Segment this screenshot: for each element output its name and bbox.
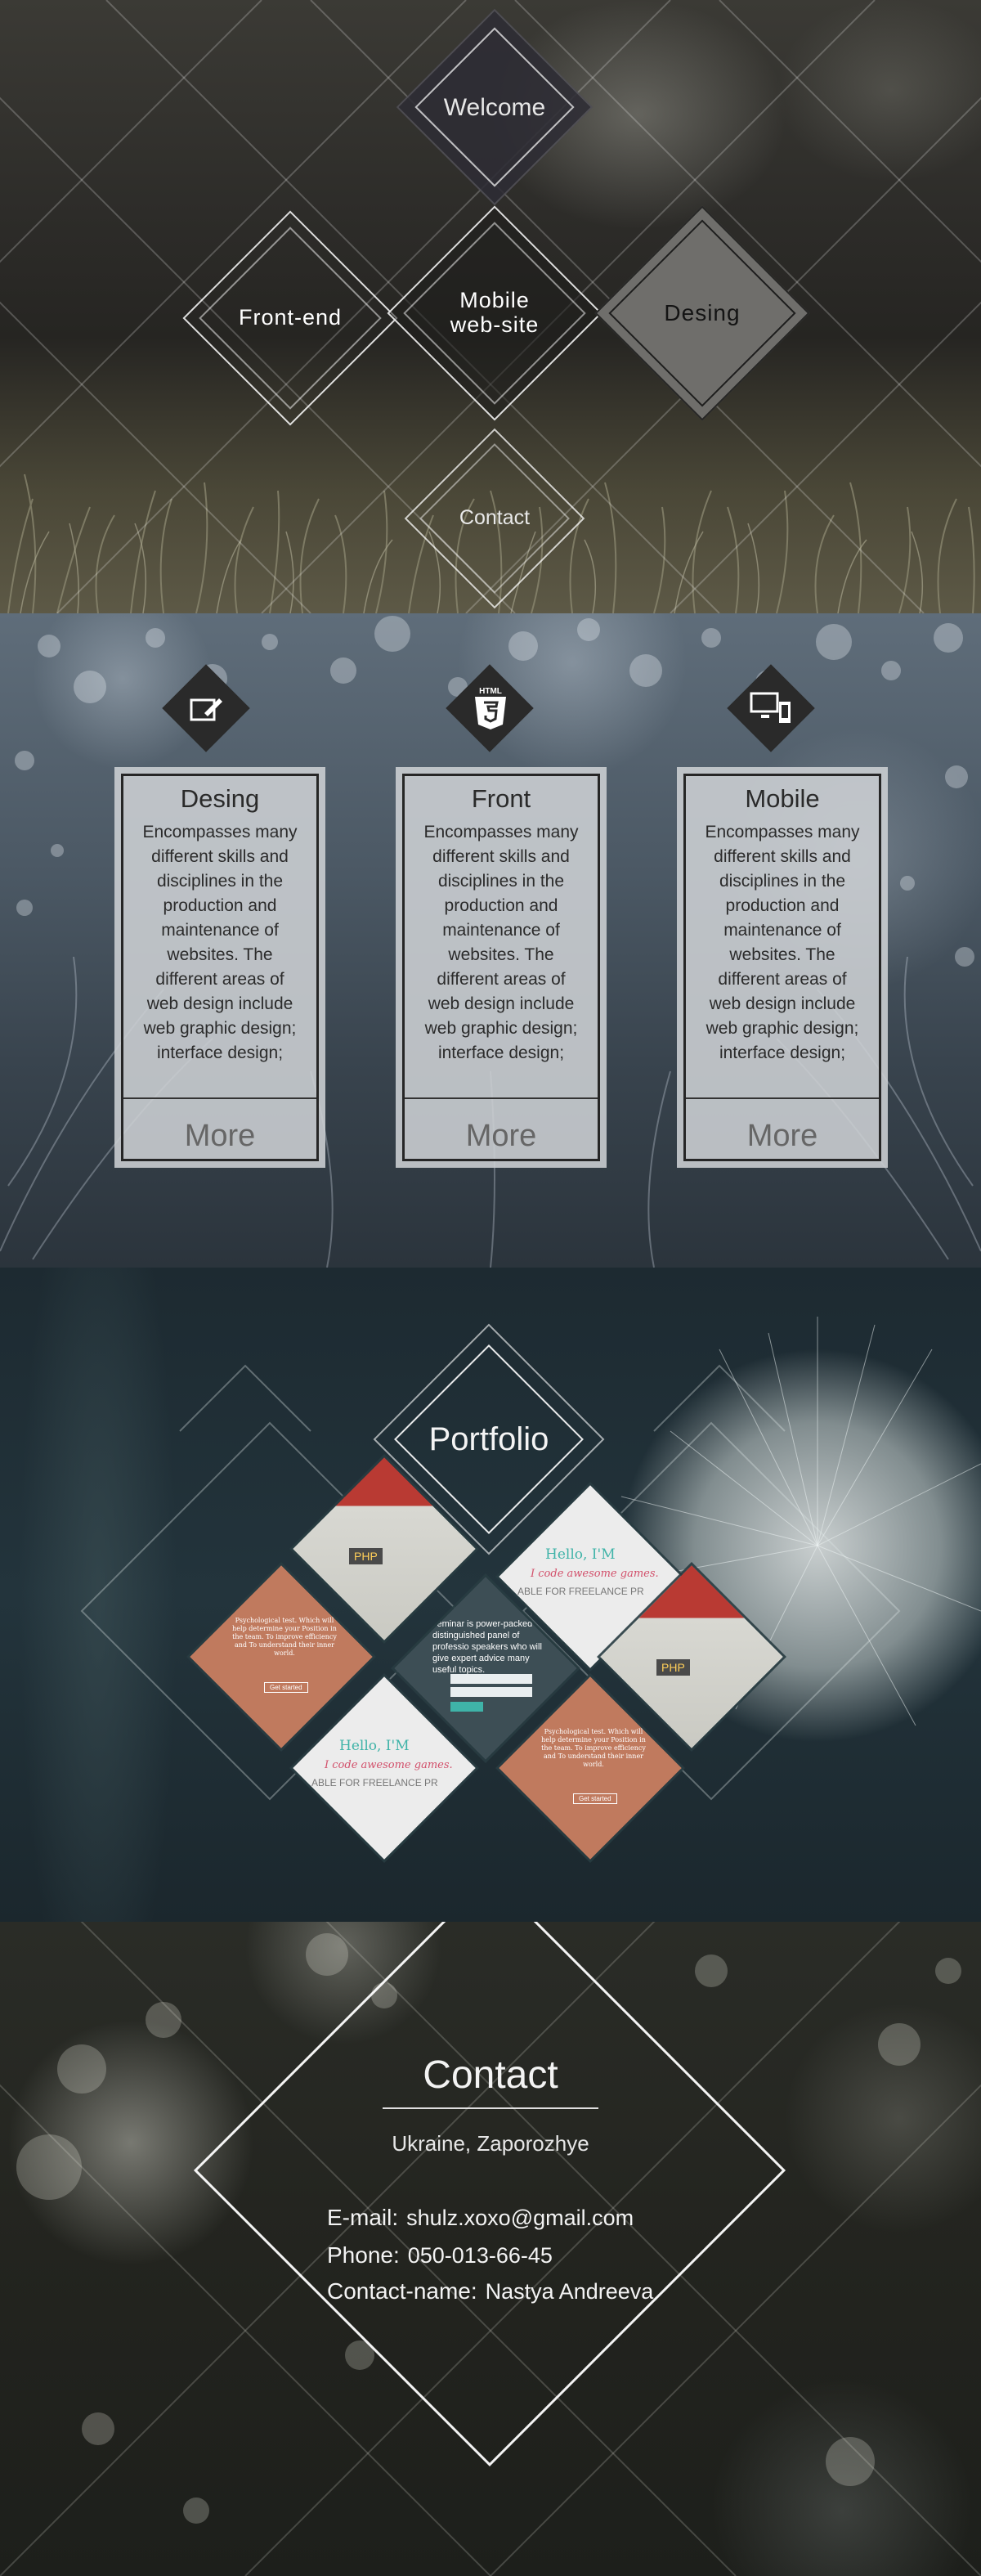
card-divider [405, 1097, 598, 1099]
psych-text: Psychological test. Which will help dete… [232, 1617, 337, 1657]
portfolio-title-diamond: Portfolio [373, 1323, 605, 1555]
more-button[interactable]: More [686, 1119, 879, 1154]
games-text: I code awesome games. [325, 1759, 453, 1771]
service-card-desc: Encompasses many different skills and di… [423, 823, 579, 1062]
contact-section: Contact Ukraine, Zaporozhye E-mail: shulz… [0, 1922, 981, 2576]
nav-front-end-label: Front-end [238, 305, 343, 330]
portfolio-title: Portfolio [428, 1421, 549, 1457]
freelance-text: ABLE FOR FREELANCE PR [517, 1586, 644, 1597]
nav-contact[interactable]: Contact [404, 428, 585, 609]
service-card-title: Front [471, 784, 531, 813]
name-row: Contact-name: Nastya Andreeva [327, 2278, 653, 2304]
portfolio-section: Portfolio PHP Hello, I'M I code awesome … [0, 1268, 981, 1922]
svg-text:HTML: HTML [479, 687, 502, 696]
hello-text: Hello, I'M [339, 1738, 410, 1754]
hero-section: Welcome Front-end Mobile web-site Desing… [0, 0, 981, 613]
nav-desing-label: Desing [664, 299, 741, 325]
seminar-text: seminar is power-packed w distinguished … [432, 1619, 542, 1675]
devices-icon-badge [727, 664, 815, 752]
service-card-mobile: Mobile Encompasses many different skills… [677, 767, 888, 1168]
php-label: PHP [349, 1548, 383, 1564]
welcome-label: Welcome [443, 93, 546, 121]
contact-location: Ukraine, Zaporozhye [392, 2131, 589, 2156]
games-text: I code awesome games. [531, 1568, 659, 1580]
service-card-title: Desing [180, 784, 260, 813]
nav-mobile-web-site[interactable]: Mobile web-site [387, 205, 602, 421]
service-card-desing: Desing Encompasses many different skills… [114, 767, 325, 1168]
nav-desing[interactable]: Desing [594, 205, 810, 421]
contact-title-underline [383, 2107, 598, 2109]
phone-row: Phone: 050-013-66-45 [327, 2242, 553, 2269]
name-label: Contact-name: [327, 2278, 477, 2304]
psych-text: Psychological test. Which will help dete… [541, 1728, 646, 1768]
more-button[interactable]: More [123, 1119, 316, 1154]
nav-contact-label: Contact [459, 506, 531, 530]
hello-text: Hello, I'M [545, 1546, 616, 1563]
get-started-button: Get started [264, 1682, 308, 1693]
card-divider [123, 1097, 316, 1099]
design-tablet-icon [190, 698, 222, 721]
services-section: Desing Encompasses many different skills… [0, 613, 981, 1268]
nav-front-end[interactable]: Front-end [182, 210, 398, 426]
email-label: E-mail: [327, 2205, 399, 2230]
freelance-text: ABLE FOR FREELANCE PR [311, 1777, 438, 1788]
contact-title: Contact [423, 2053, 558, 2097]
phone-value[interactable]: 050-013-66-45 [408, 2243, 553, 2268]
card-divider [686, 1097, 879, 1099]
design-tablet-icon-badge [162, 664, 250, 752]
email-row: E-mail: shulz.xoxo@gmail.com [327, 2205, 634, 2231]
service-card-desc: Encompasses many different skills and di… [705, 823, 860, 1062]
get-started-button: Get started [573, 1793, 617, 1804]
phone-label: Phone: [327, 2242, 400, 2268]
email-value[interactable]: shulz.xoxo@gmail.com [406, 2206, 634, 2230]
name-value: Nastya Andreeva [485, 2279, 654, 2304]
html5-icon-badge: HTML [446, 664, 534, 752]
service-card-title: Mobile [745, 784, 820, 813]
nav-mobile-web-site-label: Mobile web-site [450, 288, 540, 337]
more-button[interactable]: More [405, 1119, 598, 1154]
welcome-diamond: Welcome [396, 8, 594, 206]
service-card-front: Front Encompasses many different skills … [396, 767, 607, 1168]
php-label: PHP [656, 1659, 690, 1676]
devices-icon [750, 692, 791, 723]
service-card-desc: Encompasses many different skills and di… [142, 823, 298, 1062]
html5-icon: HTML [475, 687, 506, 729]
